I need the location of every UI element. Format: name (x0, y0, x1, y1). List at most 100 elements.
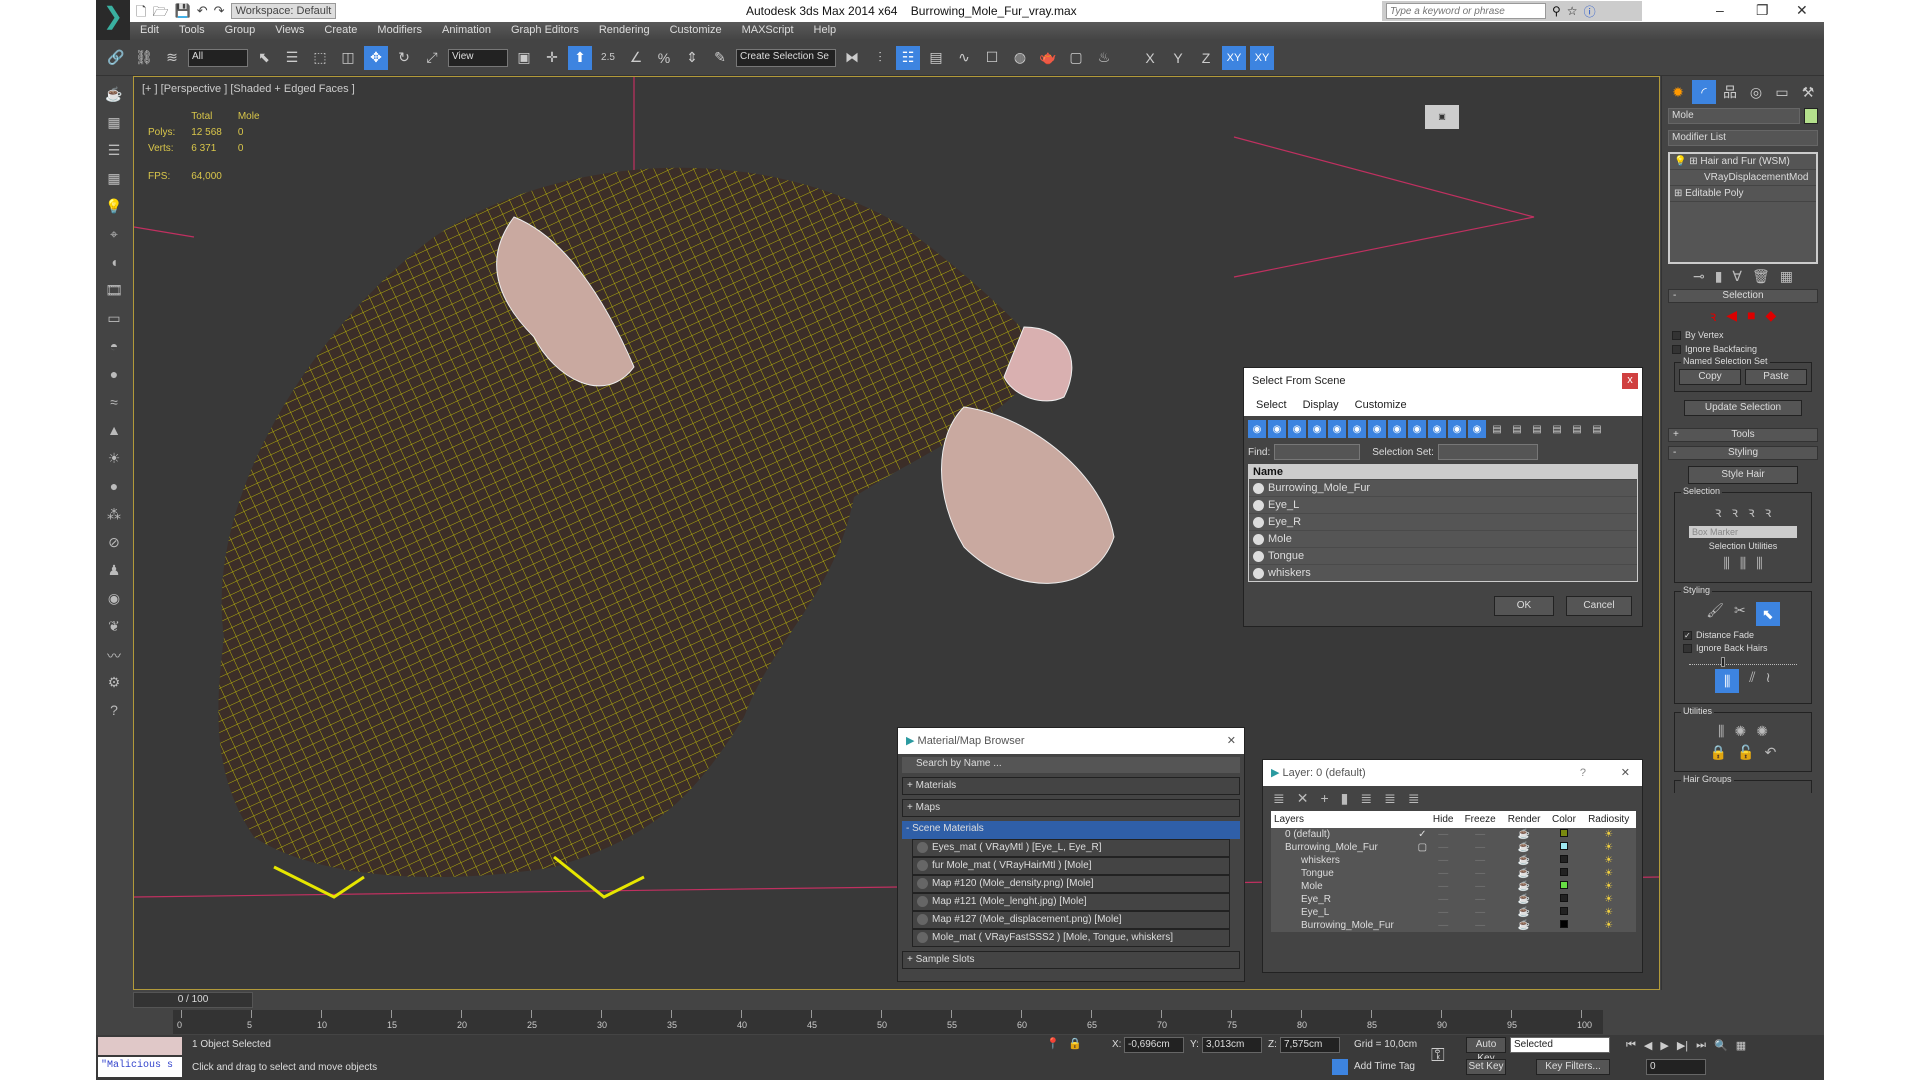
delete-layer-icon[interactable]: ✕ (1297, 790, 1309, 807)
filter-type-icon[interactable]: ◉ (1408, 420, 1426, 438)
layer-color-cell[interactable] (1547, 906, 1582, 919)
hide-toggle[interactable]: — (1428, 867, 1459, 880)
guide-icon[interactable]: ꝛ (1710, 307, 1717, 326)
find-input[interactable] (1274, 444, 1360, 460)
keyboard-shortcut-override-icon[interactable]: ⬆ (568, 46, 592, 70)
scene-object-row[interactable]: Burrowing_Mole_Fur (1249, 479, 1637, 496)
scene-object-row[interactable]: Tongue (1249, 547, 1637, 564)
puff-icon[interactable]: ≀ (1766, 669, 1771, 693)
axis-y-button[interactable]: Y (1166, 46, 1190, 70)
rotate-icon[interactable]: ↻ (392, 46, 416, 70)
help-icon[interactable]: ? (104, 702, 124, 722)
z-coordinate-field[interactable]: 7,575cm (1280, 1037, 1340, 1053)
layer-color-cell[interactable] (1547, 919, 1582, 932)
layer-color-swatch[interactable] (1560, 894, 1568, 902)
layer-color-swatch[interactable] (1560, 881, 1568, 889)
zoom-all-icon[interactable]: ▦ (1736, 1039, 1746, 1052)
layer-color-cell[interactable] (1547, 854, 1582, 867)
edit-named-sel-icon[interactable]: ✎ (708, 46, 732, 70)
undo-icon[interactable]: ↶ (1765, 744, 1777, 761)
falloff-slider[interactable] (1689, 657, 1797, 665)
add-to-layer-icon[interactable]: + (1320, 790, 1328, 807)
configure-sets-icon[interactable]: ▦ (1780, 268, 1793, 285)
filter-type-icon[interactable]: ◉ (1288, 420, 1306, 438)
menu-edit[interactable]: Edit (130, 22, 169, 40)
freeze-toggle[interactable]: — (1459, 854, 1502, 867)
freeze-toggle[interactable]: — (1459, 919, 1502, 932)
select-hair-icon[interactable]: ꝛ (1765, 503, 1772, 522)
make-unique-icon[interactable]: ∀ (1732, 268, 1742, 285)
element-icon[interactable]: ◆ (1766, 307, 1777, 326)
radiosity-icon[interactable]: ☀ (1581, 841, 1636, 854)
hide-toggle[interactable]: — (1428, 854, 1459, 867)
scale-icon[interactable]: ⤢ (420, 46, 444, 70)
ignore-back-hairs-checkbox[interactable]: Ignore Back Hairs (1683, 643, 1803, 653)
list-icon[interactable]: ▤ (1488, 420, 1506, 438)
help-icon[interactable]: ⓘ (1584, 3, 1596, 20)
track-bar[interactable]: 0510152025303540455055606570758085909510… (173, 1010, 1603, 1034)
cancel-button[interactable]: Cancel (1566, 596, 1632, 616)
layer-row[interactable]: 0 (default)✓——☕☀ (1271, 828, 1636, 841)
scene-explorer-icon[interactable]: ▤ (924, 46, 948, 70)
layer-color-swatch[interactable] (1560, 842, 1568, 850)
modifier-hair-and-fur[interactable]: 💡 ⊞ Hair and Fur (WSM) (1670, 154, 1816, 170)
select-in-layer-icon[interactable]: ▮ (1341, 790, 1349, 807)
ok-button[interactable]: OK (1494, 596, 1554, 616)
column-layers[interactable]: Layers (1271, 811, 1417, 828)
keyword-search-input[interactable] (1386, 3, 1546, 19)
rendered-frame-icon[interactable]: ▢ (1064, 46, 1088, 70)
show-end-result-icon[interactable]: ▮ (1715, 268, 1723, 285)
scene-materials-section[interactable]: - Scene Materials (902, 821, 1240, 839)
axis-xy-snap-button[interactable]: XY (1250, 46, 1274, 70)
hierarchy-icon[interactable]: ▤ (1568, 420, 1586, 438)
mirror-icon[interactable]: ⧓ (840, 46, 864, 70)
filter-type-icon[interactable]: ◉ (1468, 420, 1486, 438)
radiosity-icon[interactable]: ☀ (1581, 906, 1636, 919)
paste-button[interactable]: Paste (1745, 369, 1807, 385)
wind-icon[interactable]: 〰 (104, 646, 124, 666)
maxscript-mini-listener[interactable]: "Malicious s (98, 1057, 182, 1077)
current-layer-icon[interactable] (1417, 854, 1428, 867)
move-icon[interactable]: ✥ (364, 46, 388, 70)
menu-help[interactable]: Help (804, 22, 847, 40)
scene-material-item[interactable]: Map #120 (Mole_density.png) [Mole] (912, 875, 1230, 893)
rect-selection-icon[interactable]: ⬚ (308, 46, 332, 70)
menu-modifiers[interactable]: Modifiers (367, 22, 432, 40)
menu-display[interactable]: Display (1303, 399, 1339, 411)
object-name-field[interactable]: Mole (1668, 108, 1800, 124)
freeze-toggle[interactable]: — (1459, 867, 1502, 880)
filter-type-icon[interactable]: ◉ (1328, 420, 1346, 438)
modifier-editable-poly[interactable]: ⊞ Editable Poly (1670, 186, 1816, 202)
sample-slots-section[interactable]: + Sample Slots (902, 951, 1240, 969)
close-button[interactable]: ✕ (1621, 760, 1630, 786)
layer-color-cell[interactable] (1547, 867, 1582, 880)
align-icon[interactable]: ⫶ (868, 46, 892, 70)
column-radiosity[interactable]: Radiosity (1581, 811, 1636, 828)
plant-icon[interactable]: ❦ (104, 618, 124, 638)
viewcube[interactable]: ▣ (1425, 105, 1459, 129)
person-icon[interactable]: ♟ (104, 562, 124, 582)
menu-create[interactable]: Create (314, 22, 367, 40)
maxscript-listener-top[interactable] (98, 1037, 182, 1055)
lock-icon[interactable]: 🔒 (1710, 744, 1727, 761)
time-tag-icon[interactable] (1332, 1059, 1348, 1075)
ignore-backfacing-checkbox[interactable]: Ignore Backfacing (1672, 344, 1814, 354)
scene-object-row[interactable]: Mole (1249, 530, 1637, 547)
freeze-toggle[interactable]: — (1459, 841, 1502, 854)
current-layer-icon[interactable] (1417, 880, 1428, 893)
remove-modifier-icon[interactable]: 🗑 (1752, 268, 1770, 285)
filter-type-icon[interactable]: ◉ (1388, 420, 1406, 438)
current-layer-icon[interactable] (1417, 919, 1428, 932)
auto-key-button[interactable]: Auto Key (1466, 1037, 1506, 1053)
zoom-icon[interactable]: 🔍 (1714, 1039, 1728, 1052)
new-layer-icon[interactable]: ≣ (1273, 790, 1285, 807)
sphere-icon[interactable]: ● (104, 366, 124, 386)
columns-icon[interactable]: ▤ (1588, 420, 1606, 438)
distance-fade-checkbox[interactable]: ✓Distance Fade (1683, 630, 1803, 640)
select-by-name-icon[interactable]: ☰ (280, 46, 304, 70)
minimize-button[interactable]: – (1716, 2, 1724, 18)
utilities-tab-icon[interactable]: ⚒ (1796, 80, 1820, 104)
selection-rollout[interactable]: -Selection (1668, 289, 1818, 303)
scene-material-item[interactable]: Map #127 (Mole_displacement.png) [Mole] (912, 911, 1230, 929)
invert-icon[interactable]: ⫼ (1723, 555, 1729, 572)
